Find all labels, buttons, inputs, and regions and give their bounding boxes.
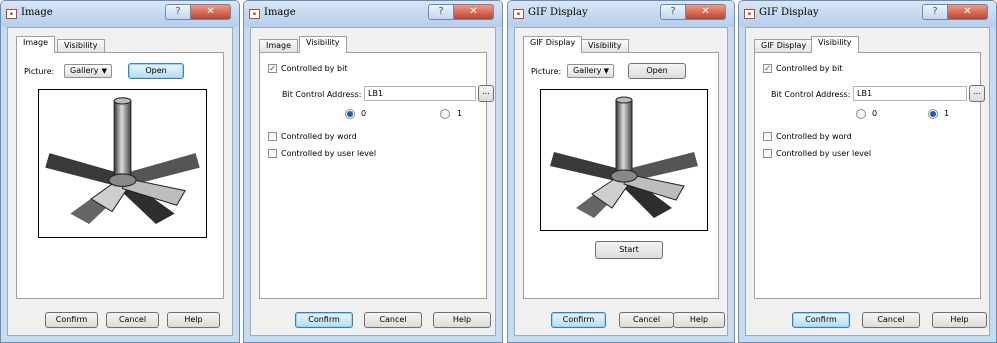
controlled-by-bit-checkbox[interactable]: ✓ [268, 64, 277, 73]
radio-0[interactable] [345, 109, 355, 119]
checkmark-icon: ✓ [764, 64, 771, 73]
tab-image[interactable]: Image [259, 39, 299, 52]
confirm-button[interactable]: Confirm [45, 312, 98, 328]
cancel-button[interactable]: Cancel [364, 312, 422, 328]
checkmark-icon: ✓ [269, 64, 276, 73]
start-button[interactable]: Start [595, 241, 663, 259]
help-title-button[interactable]: ? [660, 4, 686, 20]
dialog-client: Image Visibility Picture: Gallery ▼ Open [7, 27, 233, 336]
controlled-by-word-label: Controlled by word [281, 132, 357, 141]
picture-label: Picture: [24, 67, 55, 76]
radio-0-label: 0 [872, 109, 878, 118]
radio-1-label: 1 [944, 109, 950, 118]
tab-visibility[interactable]: Visibility [811, 36, 859, 53]
radio-0[interactable] [856, 109, 866, 119]
controlled-by-word-checkbox[interactable] [268, 132, 277, 141]
help-title-button[interactable]: ? [922, 4, 948, 20]
open-button[interactable]: Open [628, 63, 686, 79]
controlled-by-bit-label: Controlled by bit [776, 64, 843, 73]
gif-dialog-visibility-tab: ▪ GIF Display ? ✕ GIF Display Visibility… [738, 0, 997, 343]
dialog-client: GIF Display Visibility Picture: Gallery … [514, 27, 728, 336]
bit-address-input[interactable]: LB1 [364, 86, 476, 101]
tab-panel: ✓ Controlled by bit Bit Control Address:… [259, 52, 494, 299]
tab-panel: ✓ Controlled by bit Bit Control Address:… [754, 52, 985, 299]
bit-address-label: Bit Control Address: [771, 90, 851, 99]
controlled-by-word-checkbox[interactable] [763, 132, 772, 141]
help-button[interactable]: Help [673, 312, 725, 328]
controlled-by-bit-checkbox[interactable]: ✓ [763, 64, 772, 73]
cancel-button[interactable]: Cancel [106, 312, 159, 328]
help-button[interactable]: Help [433, 312, 491, 328]
chevron-down-icon: ▼ [101, 67, 107, 75]
picture-label: Picture: [531, 67, 562, 76]
tab-visibility[interactable]: Visibility [299, 36, 347, 53]
chevron-down-icon: ▼ [603, 67, 609, 75]
tab-panel: Picture: Gallery ▼ Open Start [523, 52, 719, 299]
confirm-button[interactable]: Confirm [295, 312, 353, 328]
tab-gif-display[interactable]: GIF Display [754, 39, 814, 52]
image-dialog-image-tab: ▪ Image ? ✕ Image Visibility Picture: Ga… [0, 0, 240, 343]
help-button[interactable]: Help [932, 312, 987, 328]
title-bar[interactable]: ▪ GIF Display ? ✕ [508, 1, 734, 27]
gif-preview [540, 89, 708, 231]
controlled-by-user-level-checkbox[interactable] [763, 149, 772, 158]
radio-0-label: 0 [361, 109, 367, 118]
mixer-impeller-animation [550, 96, 698, 218]
confirm-button[interactable]: Confirm [792, 312, 850, 328]
radio-1[interactable] [440, 109, 450, 119]
confirm-button[interactable]: Confirm [551, 312, 606, 328]
controlled-by-word-label: Controlled by word [776, 132, 852, 141]
picture-source-select[interactable]: Gallery ▼ [64, 64, 112, 78]
picture-source-value: Gallery [573, 66, 602, 75]
title-bar[interactable]: ▪ Image ? ✕ [244, 1, 502, 27]
tab-gif-display[interactable]: GIF Display [523, 36, 583, 53]
picture-source-select[interactable]: Gallery ▼ [567, 64, 614, 78]
help-button[interactable]: Help [167, 312, 220, 328]
tab-image[interactable]: Image [16, 36, 56, 53]
controlled-by-bit-label: Controlled by bit [281, 64, 348, 73]
controlled-by-user-level-label: Controlled by user level [281, 149, 377, 158]
app-icon: ▪ [6, 9, 17, 19]
tab-panel: Picture: Gallery ▼ Open [16, 52, 224, 299]
gif-dialog-gif-tab: ▪ GIF Display ? ✕ GIF Display Visibility… [507, 0, 735, 343]
browse-address-button[interactable]: ... [969, 85, 985, 102]
title-bar[interactable]: ▪ GIF Display ? ✕ [739, 1, 996, 27]
controlled-by-user-level-checkbox[interactable] [268, 149, 277, 158]
cancel-button[interactable]: Cancel [862, 312, 920, 328]
dialog-client: GIF Display Visibility ✓ Controlled by b… [745, 27, 990, 336]
mixer-impeller-image [45, 97, 200, 225]
image-dialog-visibility-tab: ▪ Image ? ✕ Image Visibility ✓ Controlle… [243, 0, 503, 343]
dialog-title: Image [264, 7, 296, 18]
open-button[interactable]: Open [128, 63, 184, 79]
cancel-button[interactable]: Cancel [619, 312, 674, 328]
radio-1-label: 1 [457, 109, 463, 118]
tab-visibility[interactable]: Visibility [57, 39, 105, 52]
browse-address-button[interactable]: ... [478, 85, 494, 102]
app-icon: ▪ [744, 9, 755, 19]
help-title-button[interactable]: ? [428, 4, 454, 20]
close-button[interactable]: ✕ [191, 4, 231, 20]
bit-address-label: Bit Control Address: [282, 90, 362, 99]
dialog-client: Image Visibility ✓ Controlled by bit Bit… [250, 27, 496, 336]
help-title-button[interactable]: ? [165, 4, 191, 20]
close-button[interactable]: ✕ [454, 4, 494, 20]
app-icon: ▪ [249, 9, 260, 19]
dialog-title: GIF Display [528, 7, 588, 18]
app-icon: ▪ [513, 9, 524, 19]
bit-address-input[interactable]: LB1 [853, 86, 967, 101]
image-preview [38, 89, 207, 238]
radio-1[interactable] [928, 109, 938, 119]
picture-source-value: Gallery [70, 66, 99, 75]
dialog-title: GIF Display [759, 7, 819, 18]
dialog-title: Image [21, 7, 53, 18]
controlled-by-user-level-label: Controlled by user level [776, 149, 872, 158]
close-button[interactable]: ✕ [948, 4, 988, 20]
title-bar[interactable]: ▪ Image ? ✕ [1, 1, 239, 27]
tab-visibility[interactable]: Visibility [581, 39, 629, 52]
close-button[interactable]: ✕ [686, 4, 726, 20]
